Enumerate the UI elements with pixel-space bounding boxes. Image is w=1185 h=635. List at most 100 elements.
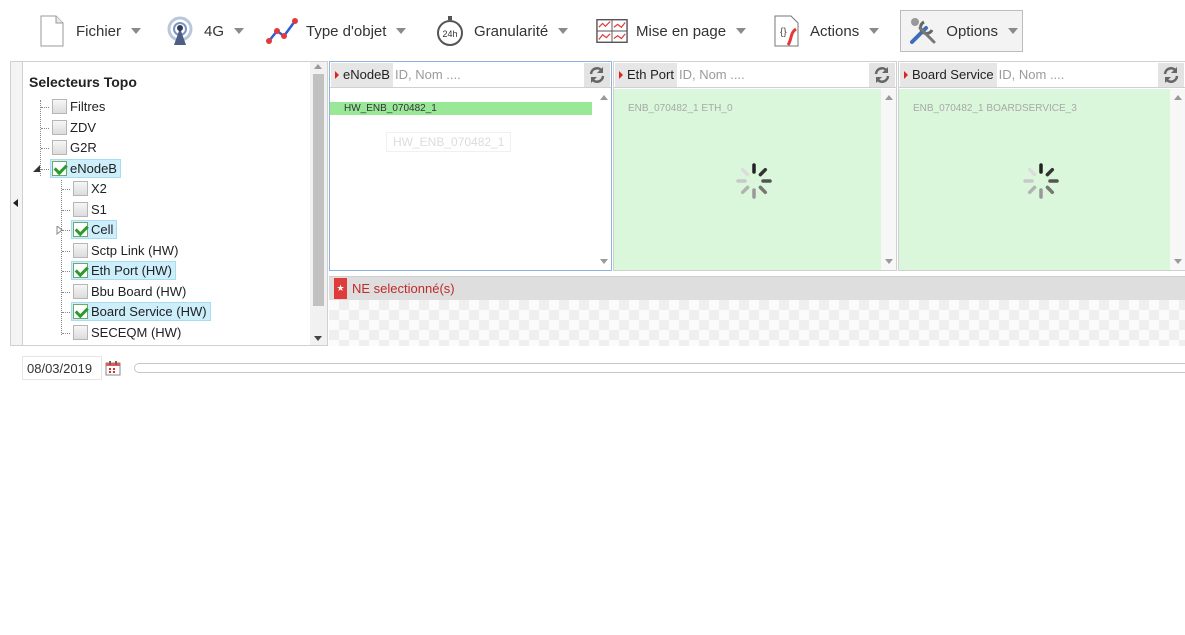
tree-node-board-service[interactable]: Board Service (HW): [71, 302, 211, 321]
object-type-menu-label: Type d'objet: [306, 22, 387, 40]
main-toolbar: Fichier 4G Type d'objet 24h Granularité …: [0, 0, 1185, 60]
refresh-button[interactable]: [584, 62, 610, 87]
options-menu-label: Options: [946, 22, 998, 40]
timeline-slider-track[interactable]: [134, 363, 1185, 373]
list-item[interactable]: HW_ENB_070482_1: [330, 102, 592, 115]
column-header: Eth Port: [614, 62, 896, 88]
checkbox[interactable]: [52, 140, 67, 155]
layout-icon: [596, 15, 628, 47]
tree-node-x2[interactable]: X2: [72, 179, 110, 198]
tree-connector: [41, 128, 49, 129]
granularity-menu-button[interactable]: 24h Granularité: [434, 10, 569, 52]
calendar-icon: [105, 361, 121, 376]
loading-spinner-icon: [736, 163, 772, 199]
checkbox-checked[interactable]: [73, 263, 88, 278]
scroll-up-icon[interactable]: [600, 95, 608, 100]
checkbox[interactable]: [73, 284, 88, 299]
tree-node-s1[interactable]: S1: [72, 200, 110, 219]
file-menu-button[interactable]: Fichier: [36, 10, 142, 52]
column-scrollbar[interactable]: [596, 89, 611, 270]
layout-menu-button[interactable]: Mise en page: [596, 10, 747, 52]
column-tag: eNodeB: [331, 62, 393, 87]
scroll-down-icon[interactable]: [314, 336, 322, 341]
tree-connector: [41, 107, 49, 108]
tree-node-sctp-link[interactable]: Sctp Link (HW): [72, 241, 181, 260]
column-tag: Eth Port: [615, 62, 677, 87]
column-search-input[interactable]: [392, 63, 584, 86]
scroll-down-icon[interactable]: [885, 259, 893, 264]
column-tag-label: Eth Port: [627, 67, 674, 82]
column-search-input[interactable]: [676, 63, 869, 86]
column-scrollbar[interactable]: [881, 89, 896, 270]
chevron-down-icon: [1008, 28, 1018, 34]
checkbox[interactable]: [73, 181, 88, 196]
checkbox-checked[interactable]: [73, 304, 88, 319]
scroll-thumb[interactable]: [313, 74, 324, 306]
tree-connector: [62, 271, 70, 272]
tree-node-filtres[interactable]: Filtres: [51, 97, 108, 116]
calendar-button[interactable]: [102, 356, 124, 380]
tree-node-seceqm[interactable]: SECEQM (HW): [72, 323, 184, 342]
tree-node-zdv[interactable]: ZDV: [51, 118, 99, 137]
date-input[interactable]: [22, 356, 102, 380]
layout-menu-label: Mise en page: [636, 22, 727, 40]
column-list-loading: ENB_070482_1 BOARDSERVICE_3: [899, 89, 1185, 270]
network-menu-label: 4G: [204, 22, 225, 40]
tree-node-label: ZDV: [70, 120, 96, 135]
chevron-down-icon: [396, 28, 407, 34]
checkbox-checked[interactable]: [52, 161, 67, 176]
tree-node-enodeb[interactable]: eNodeB: [50, 159, 121, 178]
collapsed-arrow-icon[interactable]: [56, 226, 64, 235]
tree-connector: [62, 333, 70, 334]
list-item[interactable]: ENB_070482_1 ETH_0: [614, 102, 733, 115]
caret-right-icon: [904, 70, 908, 79]
tree-node-g2r[interactable]: G2R: [51, 138, 100, 157]
ne-selection-area: [329, 300, 1185, 346]
tree-scrollbar[interactable]: [310, 62, 327, 345]
tree-node-eth-port[interactable]: Eth Port (HW): [71, 261, 176, 280]
tree-connector: [62, 312, 70, 313]
line-chart-icon: [266, 15, 298, 47]
scroll-up-icon[interactable]: [314, 64, 322, 69]
column-scrollbar[interactable]: [1170, 89, 1185, 270]
checkbox[interactable]: [73, 202, 88, 217]
column-tag: Board Service: [900, 62, 997, 87]
scroll-up-icon[interactable]: [1174, 95, 1182, 100]
column-search-input[interactable]: [996, 63, 1158, 86]
scroll-down-icon[interactable]: [1174, 259, 1182, 264]
refresh-icon: [589, 66, 605, 83]
refresh-button[interactable]: [869, 62, 895, 87]
network-menu-button[interactable]: 4G: [164, 10, 245, 52]
tree-node-cell[interactable]: Cell: [71, 220, 118, 239]
expand-arrow-icon[interactable]: [33, 165, 41, 173]
column-board-service: Board Service ENB_070482_1 BOARDSERVICE_…: [898, 61, 1185, 271]
antenna-icon: [164, 15, 196, 47]
checkbox[interactable]: [73, 325, 88, 340]
chevron-down-icon: [558, 28, 569, 34]
column-list: HW_ENB_070482_1 HW_ENB_070482_1: [330, 89, 611, 270]
checkbox-checked[interactable]: [73, 222, 88, 237]
actions-menu-button[interactable]: {} Actions: [770, 10, 880, 52]
object-type-menu-button[interactable]: Type d'objet: [266, 10, 407, 52]
checkbox[interactable]: [73, 243, 88, 258]
checkbox[interactable]: [52, 120, 67, 135]
tree-node-bbu-board[interactable]: Bbu Board (HW): [72, 282, 189, 301]
checkbox[interactable]: [52, 99, 67, 114]
scroll-up-icon[interactable]: [885, 95, 893, 100]
granularity-menu-label: Granularité: [474, 22, 549, 40]
granularity-icon-text: 24h: [442, 29, 457, 39]
topo-selector-tree: Selecteurs Topo Filtres ZDV G2R eNodeB X…: [22, 61, 328, 346]
ne-selection-header[interactable]: ★ NE selectionné(s): [329, 276, 1185, 300]
refresh-button[interactable]: [1158, 62, 1184, 87]
tree-node-label: Eth Port (HW): [91, 263, 172, 278]
column-tag-label: Board Service: [912, 67, 994, 82]
options-menu-button[interactable]: Options: [900, 10, 1023, 52]
chevron-down-icon: [869, 28, 880, 34]
actions-menu-label: Actions: [810, 22, 860, 40]
scroll-down-icon[interactable]: [600, 259, 608, 264]
collapse-left-panel-button[interactable]: [10, 61, 22, 346]
column-eth-port: Eth Port ENB_070482_1 ETH_0: [613, 61, 897, 271]
list-item[interactable]: ENB_070482_1 BOARDSERVICE_3: [899, 102, 1077, 115]
column-list-loading: ENB_070482_1 ETH_0: [614, 89, 896, 270]
refresh-icon: [874, 66, 890, 83]
